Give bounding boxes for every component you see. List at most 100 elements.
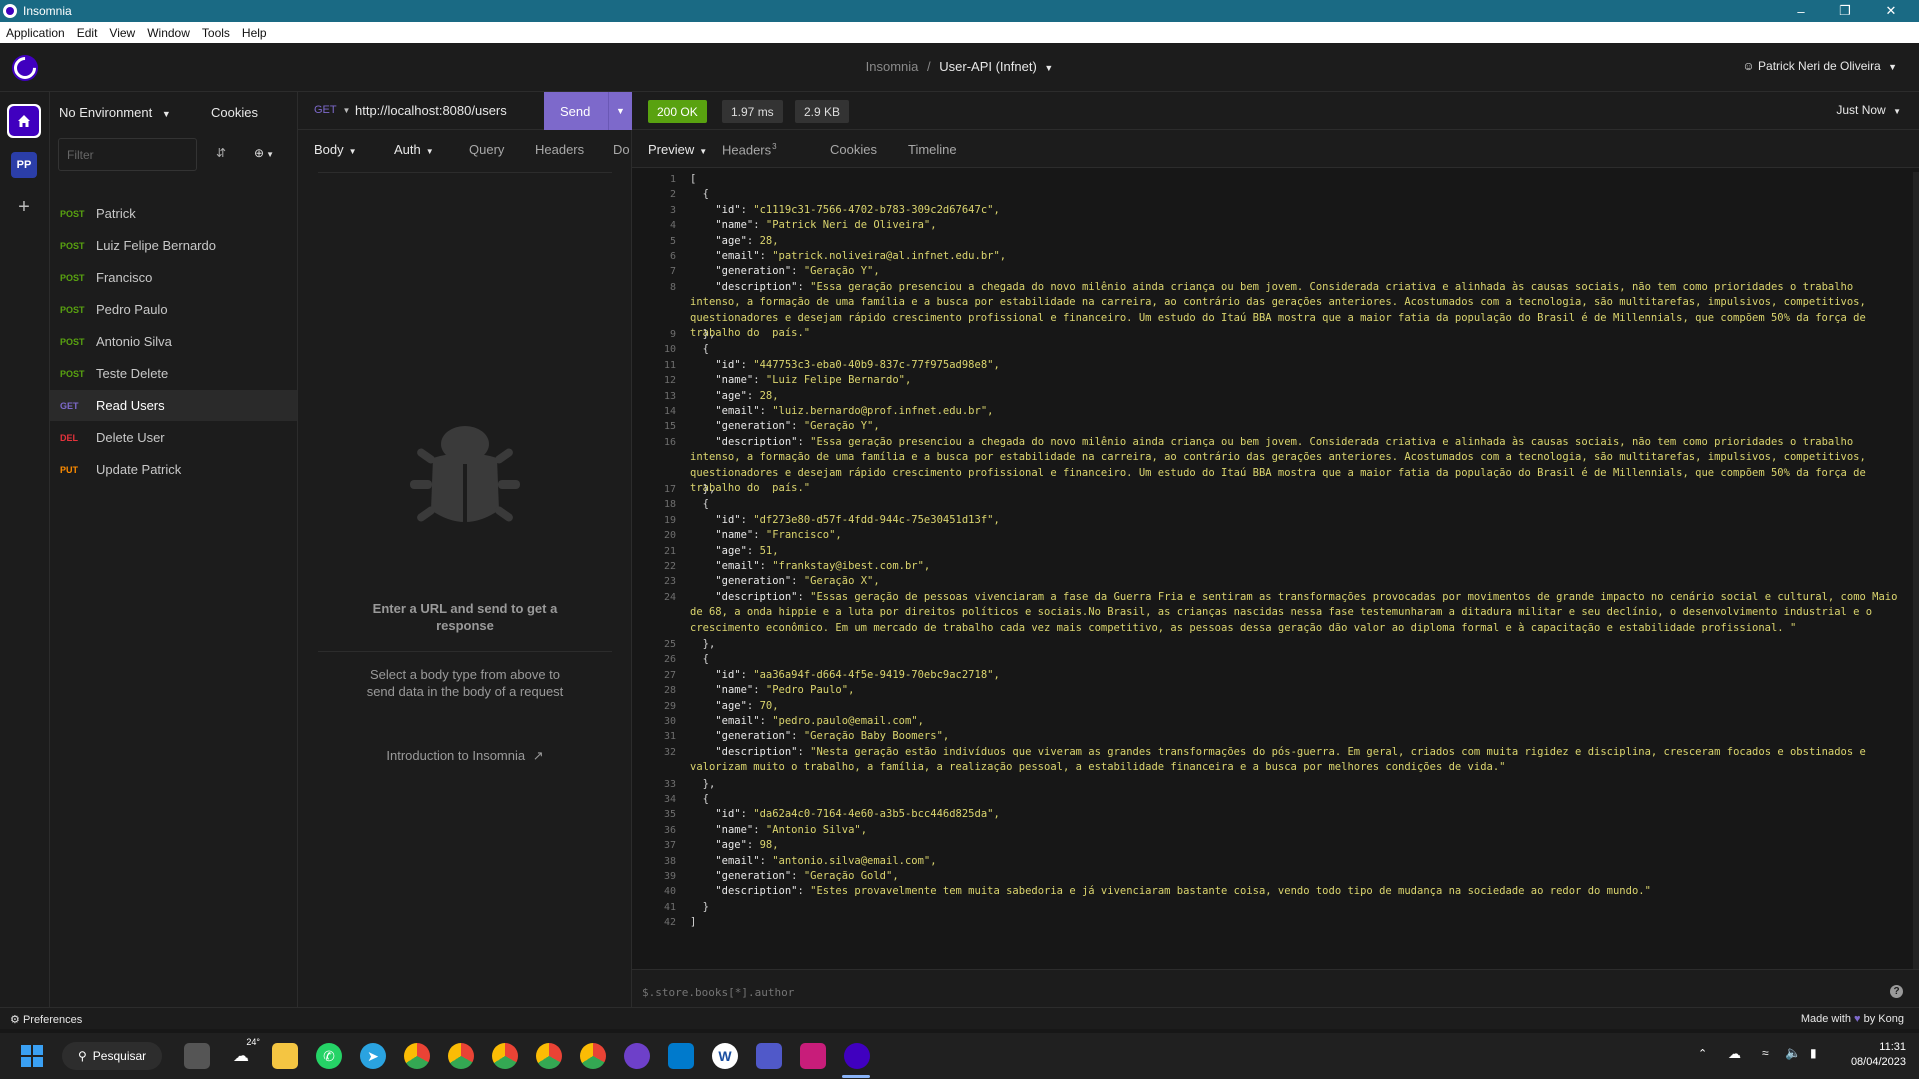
battery-icon[interactable]: ▮ — [1810, 1046, 1817, 1060]
scrollbar[interactable] — [1913, 172, 1919, 972]
made-with-kong[interactable]: Made with ♥ by Kong — [1801, 1013, 1904, 1025]
sidebar-request-item[interactable]: PUT Update Patrick — [50, 454, 297, 485]
tab-docs[interactable]: Do — [613, 142, 632, 157]
code-line: "id": "447753c3-eba0-40b9-837c-77f975ad9… — [690, 358, 1000, 371]
line-number: 37 — [663, 840, 676, 852]
json-preview[interactable]: 1 [2 {3 "id": "c1119c31-7566-4702-b783-30… — [632, 172, 1912, 972]
intellij-icon[interactable] — [800, 1043, 826, 1069]
project-rail: PP + — [0, 92, 50, 1017]
url-bar: GET ▼ http://localhost:8080/users Send ▼ — [298, 92, 632, 130]
add-request-button[interactable]: ⊕ ▼ — [254, 146, 274, 160]
weather-icon[interactable]: ☁ 24° — [228, 1037, 260, 1069]
response-filter-input[interactable] — [642, 980, 1842, 1004]
telegram-icon[interactable]: ➤ — [360, 1043, 386, 1069]
chrome-icon[interactable] — [492, 1043, 518, 1069]
chrome-icon[interactable] — [448, 1043, 474, 1069]
menu-application[interactable]: Application — [6, 26, 65, 40]
send-label: Send — [560, 103, 591, 119]
help-icon[interactable]: ? — [1890, 985, 1903, 998]
menu-window[interactable]: Window — [147, 26, 190, 40]
vscode-icon[interactable] — [668, 1043, 694, 1069]
insomnia-app-icon — [3, 4, 17, 18]
teams-icon[interactable] — [756, 1043, 782, 1069]
wifi-icon[interactable]: ≈ — [1762, 1046, 1769, 1060]
line-number: 22 — [663, 561, 676, 572]
chevron-down-icon[interactable]: ▼ — [608, 92, 632, 130]
chevron-up-icon[interactable]: ⌃ — [1698, 1047, 1707, 1060]
line-number: 23 — [663, 576, 676, 588]
github-icon[interactable] — [624, 1043, 650, 1069]
line-number: 7 — [669, 266, 676, 278]
insomnia-icon[interactable] — [844, 1043, 870, 1069]
sidebar-request-item[interactable]: POST Pedro Paulo — [50, 294, 297, 325]
file-explorer-icon[interactable] — [272, 1043, 298, 1069]
url-input[interactable]: http://localhost:8080/users — [355, 103, 507, 118]
method-selector[interactable]: GET ▼ — [314, 104, 350, 116]
onedrive-icon[interactable]: ☁ — [1728, 1046, 1741, 1062]
windows-start-icon[interactable] — [19, 1043, 45, 1069]
user-menu-button[interactable]: ☺ Patrick Neri de Oliveira ▼ — [1742, 59, 1897, 73]
sidebar-request-item[interactable]: POST Teste Delete — [50, 358, 297, 389]
breadcrumb-project[interactable]: Insomnia — [866, 59, 919, 74]
app-w-icon[interactable]: W — [712, 1043, 738, 1069]
made-with-label: Made with — [1800, 1013, 1851, 1025]
sidebar-request-item[interactable]: DEL Delete User — [50, 422, 297, 453]
home-button[interactable] — [7, 104, 41, 138]
environment-selector[interactable]: No Environment ▼ — [59, 105, 171, 120]
sidebar-request-item[interactable]: POST Patrick — [50, 198, 297, 229]
tab-timeline[interactable]: Timeline — [908, 142, 957, 157]
task-view-icon[interactable] — [184, 1043, 210, 1069]
line-number: 29 — [663, 700, 676, 712]
request-name: Patrick — [96, 206, 136, 221]
minimize-button[interactable]: – — [1779, 0, 1823, 22]
chrome-icon[interactable] — [580, 1043, 606, 1069]
tab-preview[interactable]: Preview ▼ — [648, 142, 707, 157]
sidebar-request-item[interactable]: GET Read Users — [50, 390, 297, 421]
tab-query[interactable]: Query — [469, 142, 504, 157]
tab-body[interactable]: Body ▼ — [314, 142, 357, 157]
taskbar-search[interactable]: ⚲ Pesquisar — [62, 1042, 162, 1070]
time-badge: 1.97 ms — [722, 100, 783, 123]
volume-icon[interactable]: 🔈 — [1785, 1045, 1801, 1061]
add-project-button[interactable]: + — [7, 190, 41, 224]
menu-edit[interactable]: Edit — [77, 26, 98, 40]
whatsapp-icon[interactable]: ✆ — [316, 1043, 342, 1069]
windows-taskbar: ⚲ Pesquisar ☁ 24° ✆ ➤ W ⌃ ☁ ≈ 🔈 ▮ 11:31 0… — [0, 1033, 1919, 1079]
chevron-down-icon: ▼ — [342, 106, 351, 115]
preferences-button[interactable]: ⚙ Preferences — [10, 1013, 82, 1026]
code-line: "description": "Nesta geração estão indi… — [690, 745, 1873, 774]
intro-link[interactable]: Introduction to Insomnia ↗ — [358, 748, 572, 764]
sort-icon[interactable]: ⇵ — [216, 146, 226, 160]
clock[interactable]: 11:31 08/04/2023 — [1836, 1040, 1906, 1070]
sidebar: No Environment ▼ Cookies ⇵ ⊕▼ POST Patric… — [50, 92, 298, 1017]
menu-tools[interactable]: Tools — [202, 26, 230, 40]
restore-button[interactable]: ❐ — [1823, 0, 1867, 22]
send-button[interactable]: Send ▼ — [544, 92, 632, 130]
tab-headers[interactable]: Headers — [535, 142, 584, 157]
line-number: 34 — [663, 794, 676, 805]
sidebar-request-item[interactable]: POST Antonio Silva — [50, 326, 297, 357]
request-name: Read Users — [96, 398, 165, 413]
cookies-button[interactable]: Cookies — [211, 105, 258, 120]
chrome-icon[interactable] — [404, 1043, 430, 1069]
search-label: Pesquisar — [92, 1049, 147, 1063]
tab-response-cookies[interactable]: Cookies — [830, 142, 877, 157]
chevron-down-icon[interactable]: ▼ — [1044, 63, 1053, 73]
code-line: "email": "patrick.noliveira@al.infnet.ed… — [690, 250, 1007, 262]
history-dropdown[interactable]: Just Now ▼ — [1836, 103, 1901, 117]
request-name: Update Patrick — [96, 462, 182, 477]
filter-input[interactable] — [58, 138, 197, 171]
code-line: "id": "df273e80-d57f-4fdd-944c-75e30451d… — [690, 513, 1000, 526]
tab-auth[interactable]: Auth ▼ — [394, 142, 434, 157]
request-method-badge: POST — [60, 336, 85, 347]
sidebar-request-item[interactable]: POST Francisco — [50, 262, 297, 293]
menu-help[interactable]: Help — [242, 26, 267, 40]
sidebar-request-item[interactable]: POST Luiz Felipe Bernardo — [50, 230, 297, 261]
close-button[interactable]: ✕ — [1869, 0, 1913, 22]
project-avatar[interactable]: PP — [7, 148, 41, 182]
line-number: 33 — [663, 778, 676, 790]
chrome-icon[interactable] — [536, 1043, 562, 1069]
tab-response-headers[interactable]: Headers3 — [722, 142, 777, 157]
menu-view[interactable]: View — [109, 26, 135, 40]
breadcrumb-collection[interactable]: User-API (Infnet) — [939, 59, 1037, 74]
